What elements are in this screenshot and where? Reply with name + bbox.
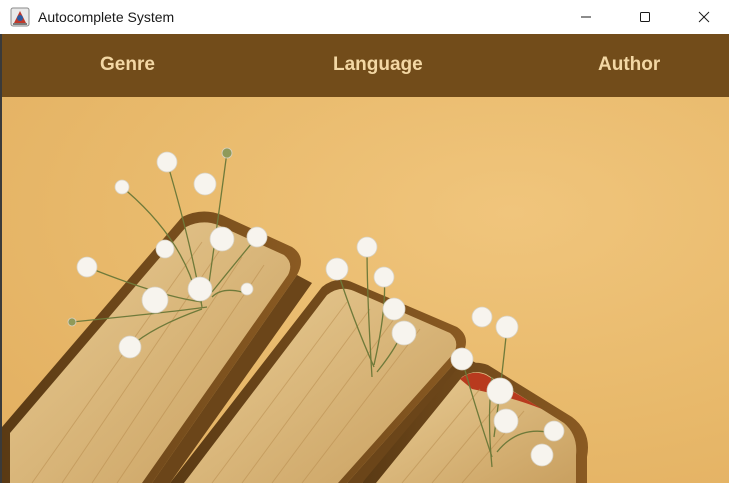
close-button[interactable] bbox=[675, 0, 729, 34]
nav-bar: Genre Language Author bbox=[2, 34, 729, 97]
close-icon bbox=[698, 11, 710, 23]
books-with-flowers-image bbox=[2, 147, 588, 483]
maximize-icon bbox=[640, 12, 650, 22]
java-app-icon bbox=[10, 7, 30, 27]
nav-item-genre[interactable]: Genre bbox=[100, 54, 155, 76]
app-window: Autocomplete System Genre Language Autho… bbox=[0, 0, 729, 483]
maximize-button[interactable] bbox=[616, 0, 674, 34]
window-title: Autocomplete System bbox=[38, 9, 175, 25]
hero-image bbox=[2, 97, 729, 483]
nav-item-language[interactable]: Language bbox=[333, 54, 423, 76]
minimize-button[interactable] bbox=[557, 0, 615, 34]
title-bar[interactable]: Autocomplete System bbox=[0, 0, 729, 34]
nav-item-author[interactable]: Author bbox=[598, 54, 660, 76]
minimize-icon bbox=[581, 16, 591, 18]
